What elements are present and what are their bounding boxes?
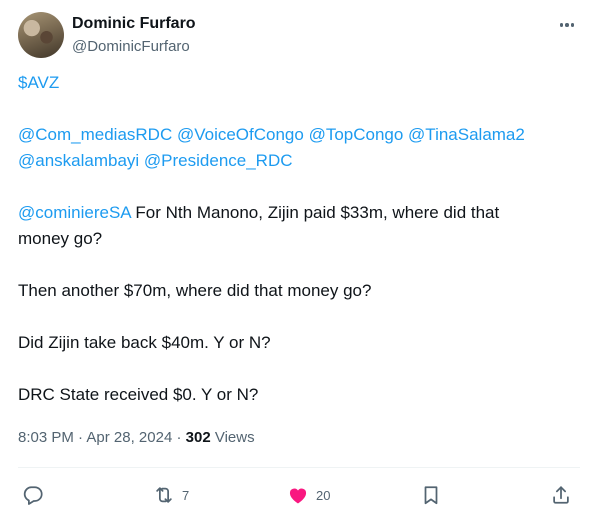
share-icon: [550, 484, 572, 506]
retweet-count: 7: [182, 487, 190, 503]
retweet-button[interactable]: 7: [152, 478, 189, 512]
paragraph-2: Then another $70m, where did that money …: [18, 281, 372, 300]
heart-filled-icon: [286, 484, 310, 506]
views-label: Views: [214, 429, 255, 446]
avatar[interactable]: [18, 12, 64, 58]
display-name[interactable]: Dominic Furfaro: [72, 14, 196, 34]
tweet-card: Dominic Furfaro @DominicFurfaro $AVZ @Co…: [0, 0, 598, 521]
reply-icon: [22, 484, 44, 506]
author-info: Dominic Furfaro @DominicFurfaro: [72, 14, 196, 57]
paragraph-3: Did Zijin take back $40m. Y or N?: [18, 333, 271, 352]
tweet-header: Dominic Furfaro @DominicFurfaro: [18, 12, 580, 60]
like-button[interactable]: 20: [286, 478, 330, 512]
tweet-text: $AVZ @Com_mediasRDC @VoiceOfCongo @TopCo…: [18, 70, 583, 408]
timestamp-time[interactable]: 8:03 PM: [18, 429, 74, 446]
meta-separator: ·: [78, 429, 84, 446]
mentions-line-2[interactable]: @anskalambayi @Presidence_RDC: [18, 151, 293, 170]
timestamp-date[interactable]: Apr 28, 2024: [86, 429, 172, 446]
like-count: 20: [316, 487, 331, 503]
meta-separator-2: ·: [176, 429, 182, 446]
reply-button[interactable]: [22, 478, 44, 512]
paragraph-1: @cominiereSA For Nth Manono, Zijin paid …: [18, 200, 583, 252]
reply-mention-link[interactable]: @cominiereSA: [18, 203, 131, 222]
action-bar: 7 20: [18, 478, 580, 512]
retweet-icon: [152, 484, 176, 506]
mentions-paragraph: @Com_mediasRDC @VoiceOfCongo @TopCongo @…: [18, 122, 583, 174]
paragraph-1-text-a: For Nth Manono, Zijin paid $33m, where d…: [130, 203, 500, 222]
cashtag-link[interactable]: $AVZ: [18, 73, 59, 92]
mentions-line-1[interactable]: @Com_mediasRDC @VoiceOfCongo @TopCongo @…: [18, 125, 525, 144]
divider: [18, 467, 580, 468]
handle[interactable]: @DominicFurfaro: [72, 37, 196, 57]
more-options-icon[interactable]: [556, 16, 578, 34]
bookmark-button[interactable]: [420, 478, 442, 512]
views-count: 302: [185, 429, 211, 446]
tweet-meta: 8:03 PM · Apr 28, 2024 · 302 Views: [18, 428, 255, 448]
paragraph-4: DRC State received $0. Y or N?: [18, 385, 259, 404]
cashtag-paragraph: $AVZ: [18, 70, 583, 96]
paragraph-1-text-b: money go?: [18, 229, 103, 248]
bookmark-icon: [420, 484, 442, 506]
share-button[interactable]: [550, 478, 572, 512]
